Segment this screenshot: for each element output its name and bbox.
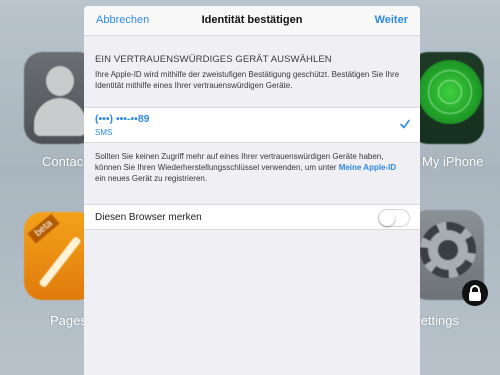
section-header: EIN VERTRAUENSWÜRDIGES GERÄT AUSWÄHLEN [95,54,332,65]
find-my-iphone-label: My iPhone [422,154,484,169]
next-button[interactable]: Weiter [375,14,408,26]
lock-icon [462,280,488,306]
find-my-iphone-icon [410,52,484,144]
page-title: Identität bestätigen [201,14,303,26]
remember-browser-row: Diesen Browser merken [84,204,420,230]
trusted-device-row[interactable]: (•••) •••-••89 SMS [84,107,420,143]
my-apple-id-link[interactable]: Meine Apple-ID [339,163,396,172]
section-description: Ihre Apple-ID wird mithilfe der zweistuf… [95,70,400,90]
beta-badge: beta [27,213,60,244]
toggle-knob [379,210,395,226]
verify-identity-sheet: Abbrechen Identität bestätigen Weiter EI… [84,6,420,375]
remember-browser-label: Diesen Browser merken [95,212,202,223]
recovery-note-text-end: ein neues Gerät zu registrieren. [95,174,208,183]
contact-silhouette-head [46,66,74,96]
pen-icon [38,235,82,289]
recovery-key-note: Sollten Sie keinen Zugriff mehr auf eine… [84,143,420,184]
navigation-bar: Abbrechen Identität bestätigen Weiter [84,6,420,36]
device-phone-number: (•••) •••-••89 [95,113,150,125]
pages-app-label: Pages [50,313,87,328]
remember-browser-toggle[interactable] [378,209,410,227]
contacts-app-label: Contac [42,154,84,169]
radar-icon [418,60,482,124]
contact-silhouette-body [34,98,86,136]
checkmark-icon [400,119,410,129]
device-delivery-method: SMS [95,128,113,137]
